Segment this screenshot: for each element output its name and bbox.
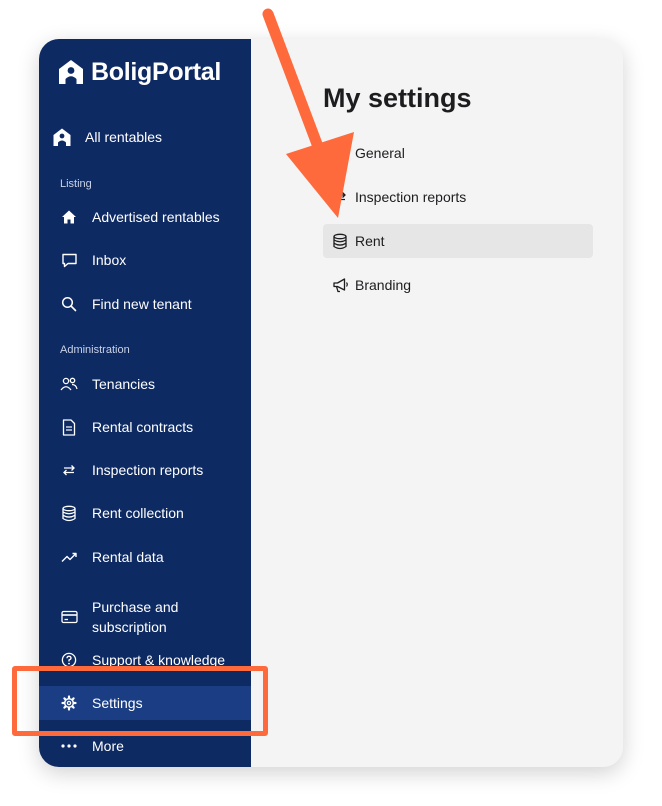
sidebar-item-label: Inspection reports: [92, 462, 204, 478]
sidebar-item-inspection-reports[interactable]: Inspection reports: [39, 453, 251, 487]
house-icon: [60, 208, 78, 226]
settings-item-label: Rent: [355, 233, 385, 249]
sidebar-item-label: Rental data: [92, 549, 164, 565]
swap-arrows-icon: [331, 188, 349, 206]
sidebar-item-label: More: [92, 738, 124, 754]
settings-item-label: Branding: [355, 277, 412, 293]
document-icon: [60, 418, 78, 436]
trend-icon: [60, 548, 78, 566]
swap-arrows-icon: [60, 461, 78, 479]
sidebar-item-find-new-tenant[interactable]: Find new tenant: [39, 287, 251, 321]
section-title-administration: Administration: [60, 344, 130, 356]
sidebar-item-tenancies[interactable]: Tenancies: [39, 367, 251, 401]
more-dots-icon: [60, 737, 78, 755]
sidebar-item-label: All rentables: [85, 129, 163, 145]
database-icon: [60, 504, 78, 522]
brand-logo[interactable]: BoligPortal: [57, 55, 221, 89]
highlight-box: [12, 666, 268, 736]
settings-panel: My settings General Inspection reports R…: [251, 39, 623, 767]
sidebar-item-advertised-rentables[interactable]: Advertised rentables: [39, 200, 251, 234]
sidebar-item-rental-contracts[interactable]: Rental contracts: [39, 410, 251, 444]
sidebar-item-label: Rent collection: [92, 505, 184, 521]
sidebar-item-rental-data[interactable]: Rental data: [39, 540, 251, 574]
sidebar-item-label: Inbox: [92, 252, 127, 268]
sidebar-item-rent-collection[interactable]: Rent collection: [39, 496, 251, 530]
settings-item-rent[interactable]: Rent: [323, 224, 593, 258]
settings-item-branding[interactable]: Branding: [323, 268, 593, 302]
search-icon: [60, 295, 78, 313]
sidebar-item-label: Purchase and subscription: [92, 599, 179, 635]
settings-item-inspection-reports[interactable]: Inspection reports: [323, 180, 593, 214]
settings-item-general[interactable]: General: [323, 136, 593, 170]
people-icon: [60, 375, 78, 393]
brand-name: BoligPortal: [91, 57, 222, 86]
section-title-listing: Listing: [60, 178, 92, 190]
sidebar-item-label: Advertised rentables: [92, 209, 220, 225]
sidebar-item-label: Tenancies: [92, 376, 156, 392]
credit-card-icon: [60, 608, 78, 626]
sidebar-item-purchase-subscription[interactable]: Purchase and subscription: [39, 595, 251, 639]
sidebar-item-label: Rental contracts: [92, 419, 194, 435]
app-window: BoligPortal All rentables Listing Advert…: [39, 39, 623, 767]
page-title: My settings: [323, 83, 472, 113]
settings-item-label: Inspection reports: [355, 189, 467, 205]
boligportal-logo-icon: [59, 60, 83, 84]
sidebar-item-label: Find new tenant: [92, 296, 192, 312]
sidebar-item-inbox[interactable]: Inbox: [39, 243, 251, 277]
sidebar-item-all-rentables[interactable]: All rentables: [39, 120, 251, 154]
megaphone-icon: [331, 276, 349, 294]
chat-bubble-icon: [60, 251, 78, 269]
home-person-icon: [52, 127, 72, 147]
settings-item-label: General: [355, 145, 405, 161]
sidebar: BoligPortal All rentables Listing Advert…: [39, 39, 251, 767]
arrow-icon: [331, 144, 349, 162]
database-icon: [331, 232, 349, 250]
